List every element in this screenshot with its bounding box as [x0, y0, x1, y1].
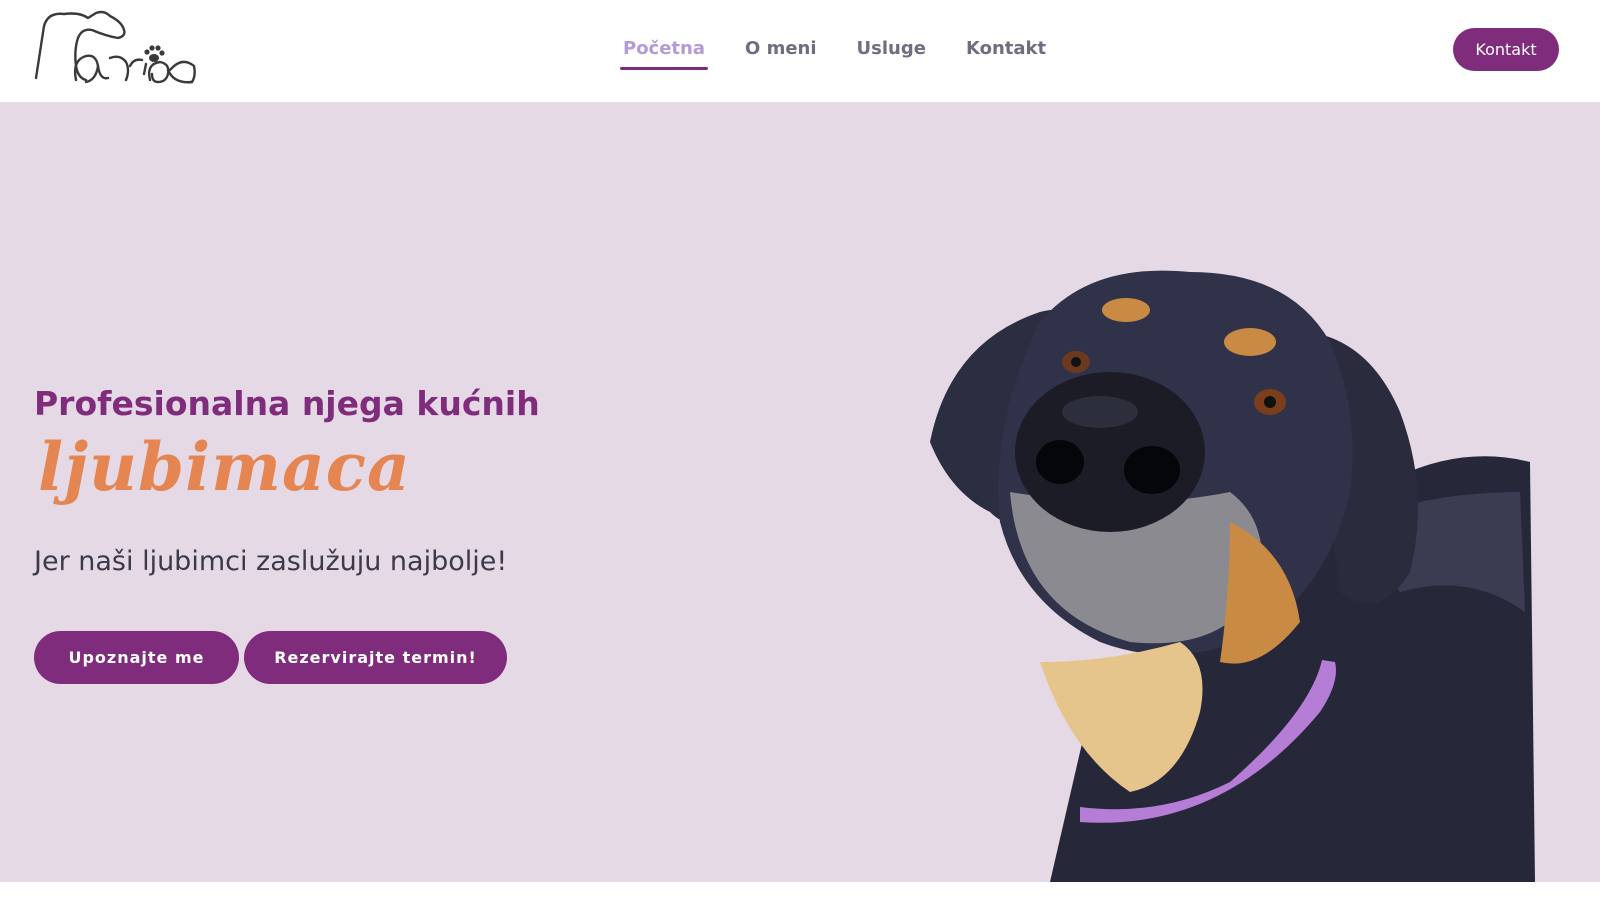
meet-me-button[interactable]: Upoznajte me — [34, 631, 239, 684]
contact-button[interactable]: Kontakt — [1453, 28, 1559, 71]
main-nav: Početna O meni Usluge Kontakt — [620, 36, 1083, 76]
dog-photo — [930, 192, 1570, 882]
nav-item-kontakt[interactable]: Kontakt — [963, 36, 1049, 70]
hero-title-script: ljubimaca — [38, 428, 411, 506]
hero-section: Profesionalna njega kućnih ljubimaca Jer… — [0, 102, 1600, 882]
logo-icon — [34, 10, 196, 84]
site-logo[interactable] — [34, 8, 200, 92]
page-bottom-strip — [0, 882, 1600, 900]
site-header: Početna O meni Usluge Kontakt Kontakt — [0, 0, 1600, 102]
nav-item-o-meni[interactable]: O meni — [742, 36, 820, 70]
hero-subtitle: Jer naši ljubimci zaslužuju najbolje! — [34, 546, 508, 577]
nav-item-pocetna[interactable]: Početna — [620, 36, 709, 70]
hero-title: Profesionalna njega kućnih — [34, 384, 540, 423]
nav-item-usluge[interactable]: Usluge — [854, 36, 929, 70]
book-appointment-button[interactable]: Rezervirajte termin! — [244, 631, 507, 684]
